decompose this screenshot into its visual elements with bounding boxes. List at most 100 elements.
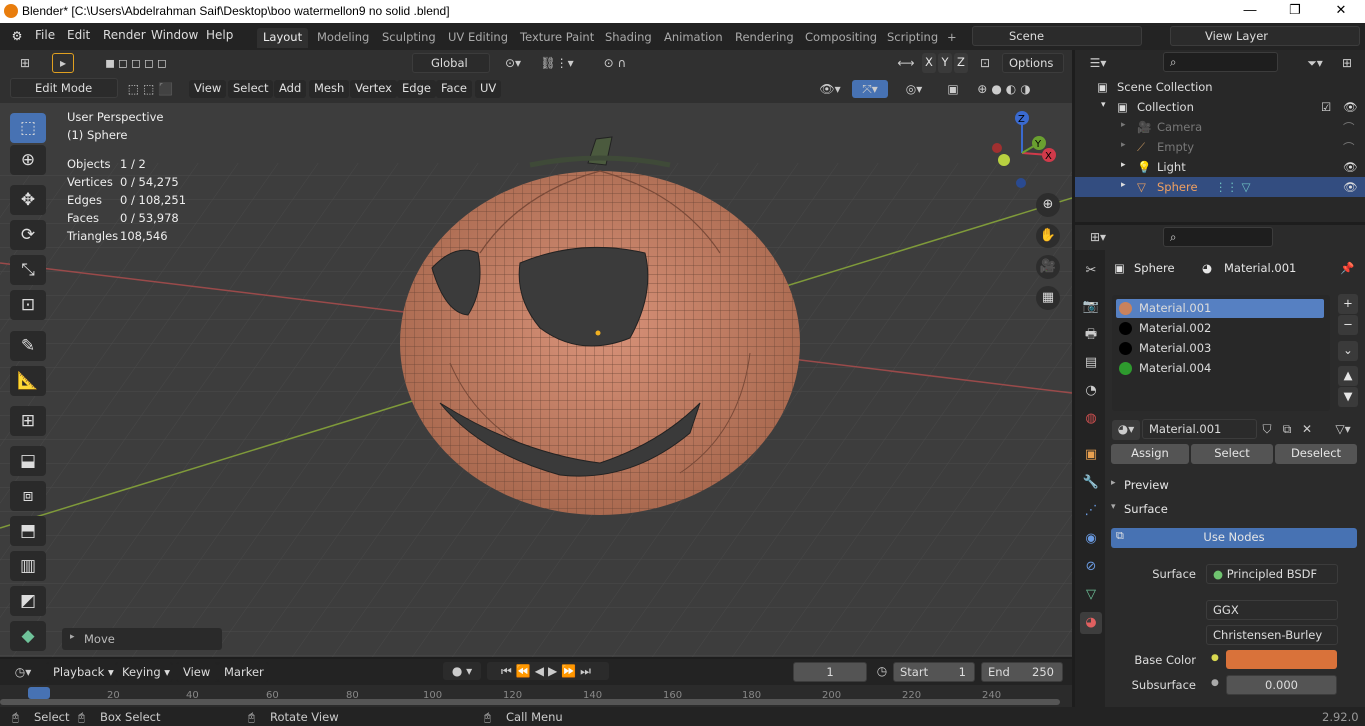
mode-dropdown[interactable]: Edit Mode [10, 78, 118, 98]
render-tab-icon[interactable]: 📷 [1080, 296, 1102, 318]
options-dropdown[interactable]: Options [1002, 53, 1064, 73]
timeline-editor-icon[interactable]: ◷▾ [8, 663, 38, 681]
knife-tool[interactable]: ◩ [10, 586, 46, 616]
overlay-toggle-icon[interactable]: ◎▾ [896, 80, 932, 98]
select-button[interactable]: Select [1191, 444, 1273, 464]
surface-panel-header[interactable]: ▾ Surface [1105, 498, 1365, 520]
pan-hand-icon[interactable]: ✋ [1036, 224, 1060, 248]
maximize-button[interactable]: ❐ [1280, 2, 1310, 20]
add-slot-button[interactable]: + [1338, 294, 1358, 314]
keying-menu[interactable]: Keying ▾ [115, 662, 173, 682]
outliner-row-light[interactable]: ▸ 💡 Light 👁 [1075, 157, 1365, 177]
playhead[interactable] [28, 687, 50, 699]
browse-material-icon[interactable]: ◕▾ [1112, 420, 1140, 440]
zoom-icon[interactable]: ⊕ [1036, 193, 1060, 217]
hidden-eye-icon[interactable]: ⌒ [1343, 120, 1355, 136]
material-name-field[interactable]: Material.001 [1142, 419, 1257, 439]
axis-x-toggle[interactable]: X [922, 53, 936, 73]
timeline-view-menu[interactable]: View [176, 662, 218, 682]
menu-help[interactable]: Help [206, 28, 233, 42]
output-tab-icon[interactable]: 🖶 [1080, 324, 1102, 346]
outliner-row-sphere[interactable]: ▸ ▽ Sphere ⋮⋮ ▽ 👁 [1075, 177, 1365, 197]
preview-range-icon[interactable]: ◷ [873, 662, 891, 680]
select-tool-icon[interactable]: ▸ [52, 53, 74, 73]
world-tab-icon[interactable]: ◍ [1080, 408, 1102, 430]
timeline-scrollbar[interactable] [0, 699, 1060, 705]
camera-view-icon[interactable]: 🎥 [1036, 255, 1060, 279]
snap-icon[interactable]: ⛓⋮▾ [532, 54, 582, 72]
preview-panel-header[interactable]: ▸ Preview [1105, 474, 1365, 496]
move-slot-down-button[interactable]: ▼ [1338, 387, 1358, 407]
modifier-tab-icon[interactable]: 🔧 [1080, 472, 1102, 494]
move-slot-up-button[interactable]: ▲ [1338, 366, 1358, 386]
perspective-toggle-icon[interactable]: ▦ [1036, 286, 1060, 310]
bevel-tool[interactable]: ⬒ [10, 516, 46, 546]
subsurface-value-field[interactable]: 0.000 [1226, 675, 1337, 695]
auto-merge-icon[interactable]: ⊡ [975, 54, 995, 72]
scene-selector[interactable]: Scene [972, 26, 1142, 46]
use-nodes-button[interactable]: Use Nodes [1111, 528, 1357, 548]
data-tab-icon[interactable]: ▽ [1080, 584, 1102, 606]
shading-mode-icons[interactable]: ⊕●◐◑ [966, 80, 1046, 98]
slot-specials-button[interactable]: ⌄ [1338, 341, 1358, 361]
marker-menu[interactable]: Marker [217, 662, 269, 682]
navigation-gizmo[interactable]: Z X Y [982, 108, 1062, 198]
axis-z-toggle[interactable]: Z [954, 53, 968, 73]
material-slot[interactable]: Material.003 [1116, 339, 1324, 358]
menu-window[interactable]: Window [151, 28, 198, 42]
inset-tool[interactable]: ⧈ [10, 481, 46, 511]
particles-tab-icon[interactable]: ⋰ [1080, 500, 1102, 522]
transform-tool[interactable]: ⊡ [10, 290, 46, 320]
tab-rendering[interactable]: Rendering [729, 28, 800, 48]
tab-compositing[interactable]: Compositing [799, 28, 883, 48]
rotate-tool[interactable]: ⟳ [10, 220, 46, 250]
playback-menu[interactable]: Playback ▾ [46, 662, 124, 682]
minimize-button[interactable]: — [1235, 2, 1265, 20]
last-operator-panel[interactable]: ▸ Move [62, 628, 222, 650]
editor-type-icon[interactable]: ⊞ [12, 54, 38, 72]
blender-menu-icon[interactable]: ⚙ [8, 27, 26, 45]
unlink-material-icon[interactable]: ✕ [1298, 420, 1316, 438]
extrude-tool[interactable]: ⬓ [10, 446, 46, 476]
proportional-edit-icon[interactable]: ⊙ ∩ [590, 54, 640, 72]
loop-cut-tool[interactable]: ▥ [10, 551, 46, 581]
current-frame-field[interactable]: 1 [793, 662, 867, 682]
poly-build-tool[interactable]: ◆ [10, 621, 46, 651]
playback-controls[interactable]: ⏮⏪◀▶⏩⏭ [487, 662, 609, 680]
3d-viewport[interactable]: ⬚ ⊕ ✥ ⟳ ⤡ ⊡ ✎ 📐 ⊞ ⬓ ⧈ ⬒ ▥ ◩ ◆ User Persp… [0, 103, 1072, 657]
add-cube-tool[interactable]: ⊞ [10, 406, 46, 436]
axis-y-toggle[interactable]: Y [938, 53, 952, 73]
material-link-icon[interactable]: ▽▾ [1328, 420, 1358, 438]
filter-icon[interactable]: ⏷▾ [1300, 54, 1330, 72]
tab-shading[interactable]: Shading [599, 28, 658, 48]
record-keyframe-icon[interactable]: ● ▾ [443, 662, 481, 680]
base-color-swatch[interactable] [1226, 650, 1337, 669]
material-tab-icon[interactable]: ◕ [1080, 612, 1102, 634]
scale-tool[interactable]: ⤡ [10, 255, 46, 285]
visibility-icon[interactable]: 👁▾ [815, 80, 845, 98]
selection-mode-icons[interactable]: ◼◻◻◻◻ [90, 54, 185, 72]
material-slot[interactable]: Material.002 [1116, 319, 1324, 338]
distribution-dropdown[interactable]: GGX [1206, 600, 1338, 620]
eye-icon[interactable]: 👁 [1343, 160, 1358, 174]
select-box-tool[interactable]: ⬚ [10, 113, 46, 143]
new-collection-icon[interactable]: ⊞ [1337, 54, 1357, 72]
mirror-options-icon[interactable]: ⟷ [895, 54, 917, 72]
viewport-menu-face[interactable]: Face [436, 80, 473, 98]
menu-render[interactable]: Render [103, 28, 146, 42]
outliner-row-empty[interactable]: ▸ ⟋ Empty ⌒ [1075, 137, 1365, 157]
select-mode-icons[interactable]: ⬚⬚⬛ [125, 80, 180, 98]
outliner-search-input[interactable]: ⌕ [1163, 52, 1278, 72]
tool-tab-icon[interactable]: ✂ [1080, 260, 1102, 282]
cursor-tool[interactable]: ⊕ [10, 145, 46, 175]
start-frame-field[interactable]: Start 1 [893, 662, 975, 682]
viewport-menu-select[interactable]: Select [228, 80, 274, 98]
hidden-eye-icon[interactable]: ⌒ [1343, 140, 1355, 156]
move-tool[interactable]: ✥ [10, 185, 46, 215]
remove-slot-button[interactable]: − [1338, 315, 1358, 335]
gizmo-toggle-icon[interactable]: ⤧▾ [852, 80, 888, 98]
outliner-row-collection[interactable]: ▾ ▣ Collection ☑ 👁 [1075, 97, 1365, 117]
menu-edit[interactable]: Edit [67, 28, 90, 42]
eye-icon[interactable]: 👁 [1343, 100, 1358, 114]
assign-button[interactable]: Assign [1111, 444, 1189, 464]
